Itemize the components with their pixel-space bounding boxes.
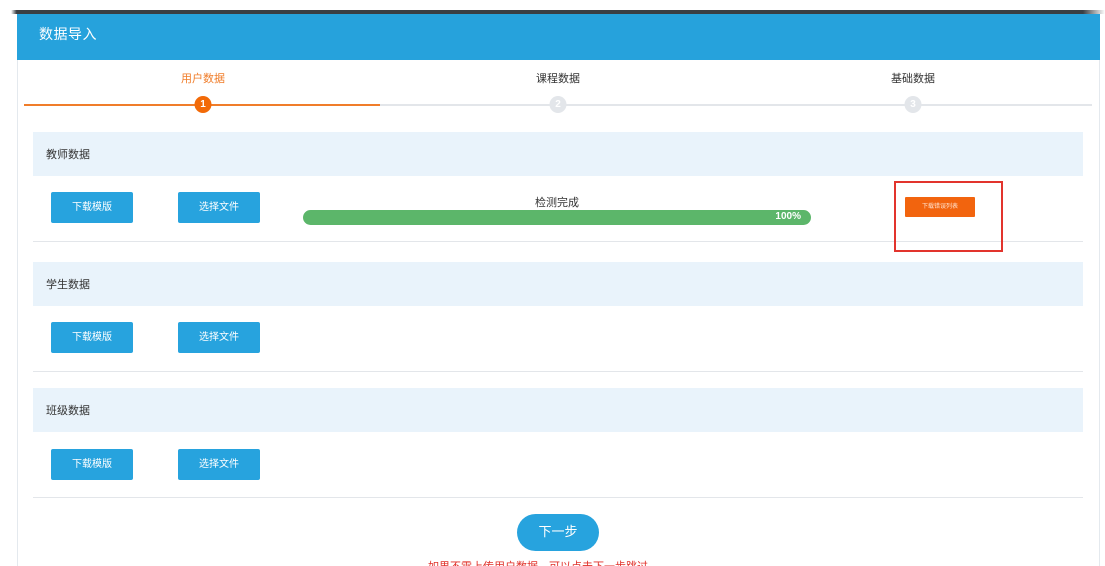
step-3-dot[interactable]: 3 (904, 96, 922, 113)
teacher-check-status: 检测完成 (535, 196, 579, 209)
import-stepper: 用户数据 1 课程数据 2 基础数据 3 (24, 62, 1092, 120)
class-section-header: 班级数据 (33, 388, 1083, 432)
teacher-section-title: 教师数据 (46, 148, 90, 161)
step-label-course-data[interactable]: 课程数据 (536, 70, 580, 86)
step-line-pending (380, 104, 1092, 106)
teacher-progress-bar: 100% (303, 210, 811, 225)
teacher-select-file-button[interactable]: 选择文件 (178, 192, 260, 223)
student-select-file-button[interactable]: 选择文件 (178, 322, 260, 353)
teacher-section-header: 教师数据 (33, 132, 1083, 176)
class-select-file-button[interactable]: 选择文件 (178, 449, 260, 480)
step-1-dot[interactable]: 1 (194, 96, 212, 113)
teacher-download-template-button[interactable]: 下载模版 (51, 192, 133, 223)
step-label-base-data[interactable]: 基础数据 (891, 70, 935, 86)
next-step-button[interactable]: 下一步 (517, 514, 599, 551)
step-label-user-data[interactable]: 用户数据 (181, 70, 225, 86)
panel-header: 数据导入 (17, 14, 1100, 60)
student-download-template-button[interactable]: 下载模版 (51, 322, 133, 353)
skip-hint-text: 如果不需上传用户数据，可以点击下一步跳过 (428, 558, 648, 566)
class-section-title: 班级数据 (46, 404, 90, 417)
error-button-highlight-box (894, 181, 1003, 252)
step-2-dot[interactable]: 2 (549, 96, 567, 113)
teacher-progress-percent: 100% (775, 211, 801, 222)
window-top-bar (0, 0, 1105, 14)
student-section-title: 学生数据 (46, 278, 90, 291)
class-download-template-button[interactable]: 下载模版 (51, 449, 133, 480)
panel-title: 数据导入 (39, 27, 97, 43)
student-section-header: 学生数据 (33, 262, 1083, 306)
